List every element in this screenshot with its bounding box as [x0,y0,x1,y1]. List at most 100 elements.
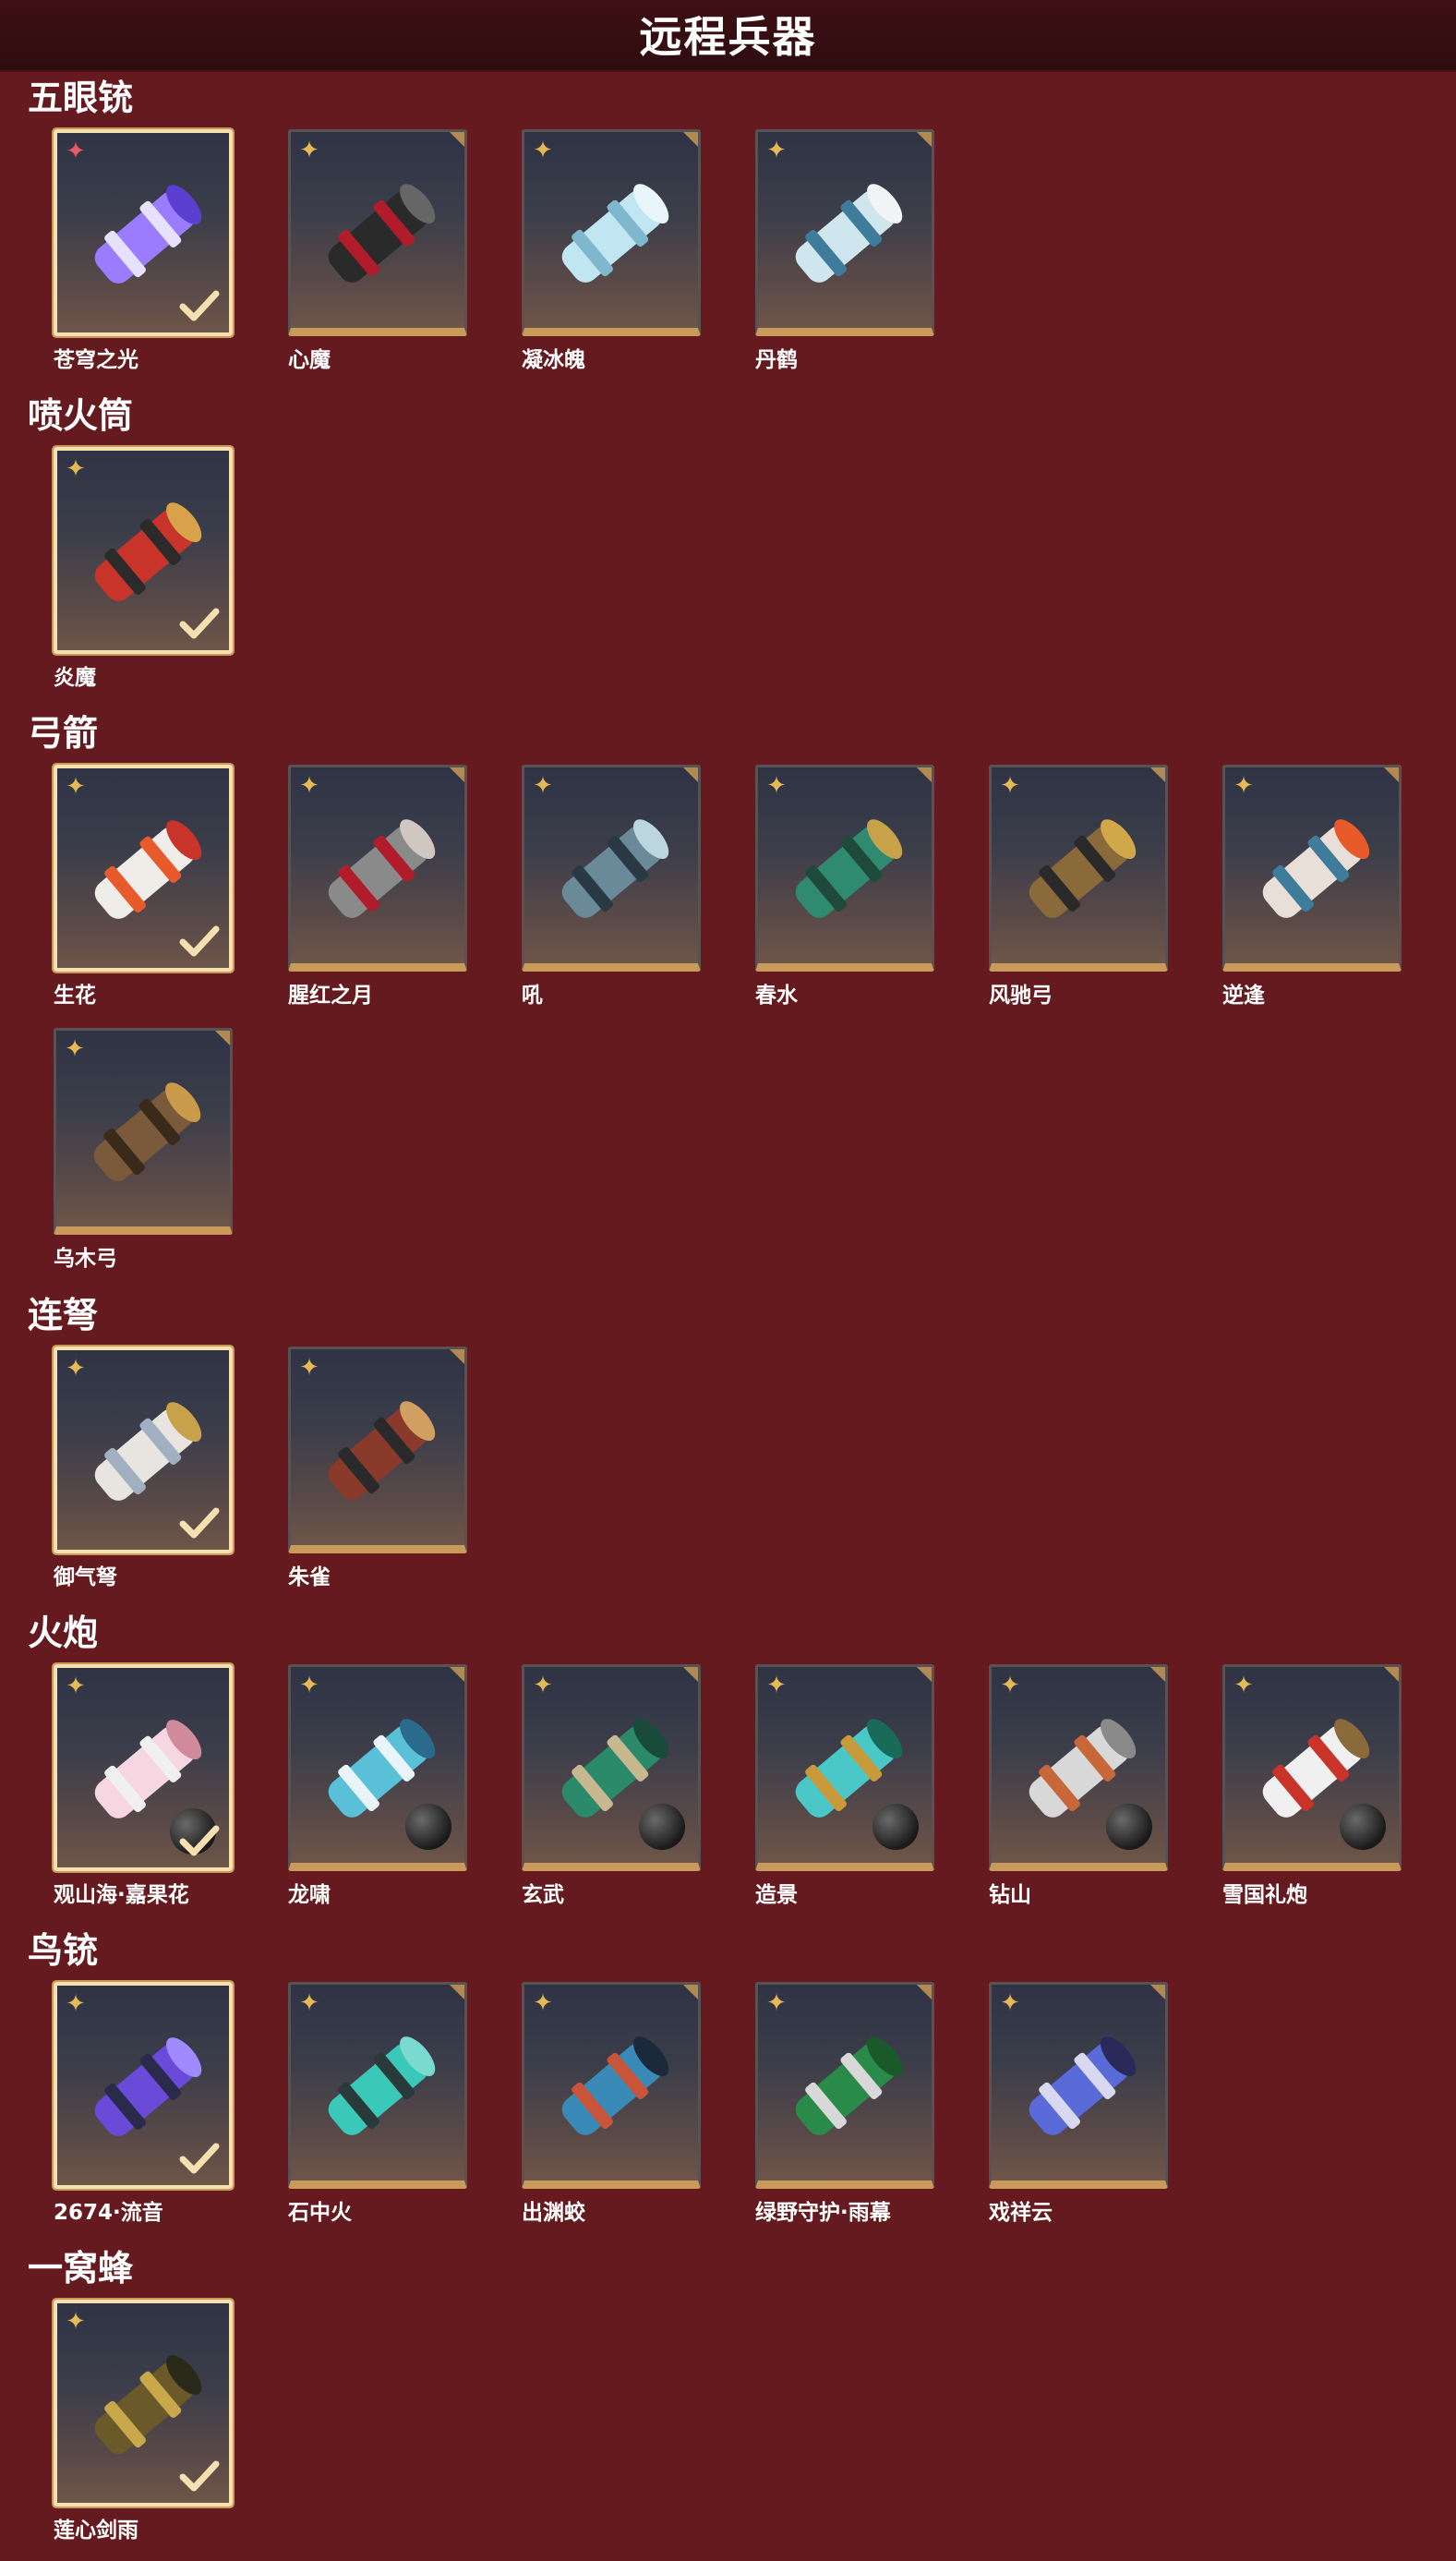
weapon-icon [93,1082,201,1181]
corner-flag-icon [1150,1667,1165,1682]
weapon-name: 凝冰魄 [522,348,585,372]
weapon-thumbnail[interactable]: ✦ [522,129,701,336]
weapon-item[interactable]: ✦ 乌木弓 [54,1028,233,1272]
section-title: 弓箭 [28,713,99,754]
weapon-thumbnail[interactable]: ✦ [522,1664,701,1871]
weapon-name: 风驰弓 [989,984,1053,1008]
weapon-item[interactable]: ✦ 莲心剑雨 [54,2300,233,2543]
weapon-icon [1262,819,1370,918]
weapon-thumbnail[interactable]: ✦ [755,1982,934,2189]
weapon-name: 腥红之月 [288,984,373,1008]
checkmark-icon [179,1825,220,1856]
weapon-item[interactable]: ✦ 龙啸 [288,1664,467,1908]
cannonball-icon [872,1804,919,1850]
weapon-thumbnail[interactable]: ✦ [54,1664,233,1871]
corner-flag-icon [683,132,698,147]
weapon-name: 春水 [755,984,798,1008]
weapon-thumbnail[interactable]: ✦ [522,1982,701,2189]
corner-flag-icon [450,1349,464,1364]
weapon-item[interactable]: ✦ 造景 [755,1664,934,1908]
weapon-name: 丹鹤 [755,348,798,372]
weapon-thumbnail[interactable]: ✦ [989,1982,1168,2189]
checkmark-icon [179,2460,220,2492]
weapon-name: 观山海·嘉果花 [54,1883,189,1907]
weapon-icon [328,184,436,283]
weapon-item[interactable]: ✦ 钻山 [989,1664,1168,1908]
corner-flag-icon [683,1985,698,1999]
corner-flag-icon [1150,1985,1165,1999]
weapon-thumbnail[interactable]: ✦ [288,1982,467,2189]
weapon-icon [561,819,669,918]
weapon-name: 心魔 [288,348,331,372]
weapon-name: 炎魔 [54,666,96,690]
weapon-item[interactable]: ✦ 凝冰魄 [522,129,701,373]
weapon-item[interactable]: ✦ 丹鹤 [755,129,934,373]
corner-flag-icon [215,1031,230,1045]
weapon-thumbnail[interactable]: ✦ [54,1347,233,1553]
corner-flag-icon [450,132,464,147]
weapon-item[interactable]: ✦ 苍穹之光 [54,129,233,373]
weapon-thumbnail[interactable]: ✦ [1222,1664,1402,1871]
corner-flag-icon [450,1667,464,1682]
corner-flag-icon [917,1667,932,1682]
weapon-thumbnail[interactable]: ✦ [755,1664,934,1871]
weapon-name: 莲心剑雨 [54,2519,138,2543]
weapon-item[interactable]: ✦ 御气弩 [54,1347,233,1590]
weapon-thumbnail[interactable]: ✦ [989,765,1168,972]
weapon-name: 造景 [755,1883,798,1907]
section-title: 火炮 [28,1613,99,1653]
weapon-thumbnail[interactable]: ✦ [989,1664,1168,1871]
weapon-name: 2674·流音 [54,2201,163,2225]
weapon-icon [561,2036,669,2135]
weapon-name: 御气弩 [54,1565,117,1589]
weapon-item[interactable]: ✦ 2674·流音 [54,1982,233,2226]
checkmark-icon [179,925,220,957]
weapon-icon [795,819,903,918]
weapon-item[interactable]: ✦ 风驰弓 [989,765,1168,1009]
weapon-item[interactable]: ✦ 腥红之月 [288,765,467,1009]
weapon-name: 苍穹之光 [54,348,138,372]
weapon-thumbnail[interactable]: ✦ [54,447,233,654]
weapon-thumbnail[interactable]: ✦ [54,1982,233,2189]
weapon-item[interactable]: ✦ 朱雀 [288,1347,467,1590]
weapon-thumbnail[interactable]: ✦ [1222,765,1402,972]
corner-flag-icon [683,1667,698,1682]
checkmark-icon [179,290,220,321]
weapon-name: 雪国礼炮 [1222,1883,1307,1907]
weapon-thumbnail[interactable]: ✦ [54,2300,233,2507]
weapon-item[interactable]: ✦ 出渊蛟 [522,1982,701,2226]
weapon-thumbnail[interactable]: ✦ [755,765,934,972]
weapon-thumbnail[interactable]: ✦ [54,1028,233,1235]
weapon-name: 石中火 [288,2201,352,2225]
weapon-thumbnail[interactable]: ✦ [522,765,701,972]
weapon-item[interactable]: ✦ 观山海·嘉果花 [54,1664,233,1908]
weapon-thumbnail[interactable]: ✦ [54,129,233,336]
weapon-thumbnail[interactable]: ✦ [288,129,467,336]
weapon-item[interactable]: ✦ 绿野守护·雨幕 [755,1982,934,2226]
weapon-item[interactable]: ✦ 玄武 [522,1664,701,1908]
weapon-name: 钻山 [989,1883,1031,1907]
weapon-thumbnail[interactable]: ✦ [288,765,467,972]
weapon-name: 出渊蛟 [522,2201,585,2225]
weapon-item[interactable]: ✦ 雪国礼炮 [1222,1664,1402,1908]
weapon-item[interactable]: ✦ 生花 [54,765,233,1009]
weapon-icon [795,184,903,283]
weapon-item[interactable]: ✦ 逆逢 [1222,765,1402,1009]
weapon-item[interactable]: ✦ 吼 [522,765,701,1009]
weapon-icon [1029,819,1137,918]
checkmark-icon [179,2143,220,2174]
weapon-name: 生花 [54,984,96,1008]
weapon-thumbnail[interactable]: ✦ [288,1664,467,1871]
weapon-item[interactable]: ✦ 炎魔 [54,447,233,691]
weapon-item[interactable]: ✦ 戏祥云 [989,1982,1168,2226]
weapon-item[interactable]: ✦ 春水 [755,765,934,1009]
page-header: 远程兵器 [0,0,1456,72]
weapon-thumbnail[interactable]: ✦ [54,765,233,972]
weapon-item[interactable]: ✦ 石中火 [288,1982,467,2226]
weapon-thumbnail[interactable]: ✦ [288,1347,467,1553]
cannonball-icon [1340,1804,1386,1850]
weapon-name: 吼 [522,984,543,1008]
checkmark-icon [179,608,220,639]
weapon-thumbnail[interactable]: ✦ [755,129,934,336]
weapon-item[interactable]: ✦ 心魔 [288,129,467,373]
